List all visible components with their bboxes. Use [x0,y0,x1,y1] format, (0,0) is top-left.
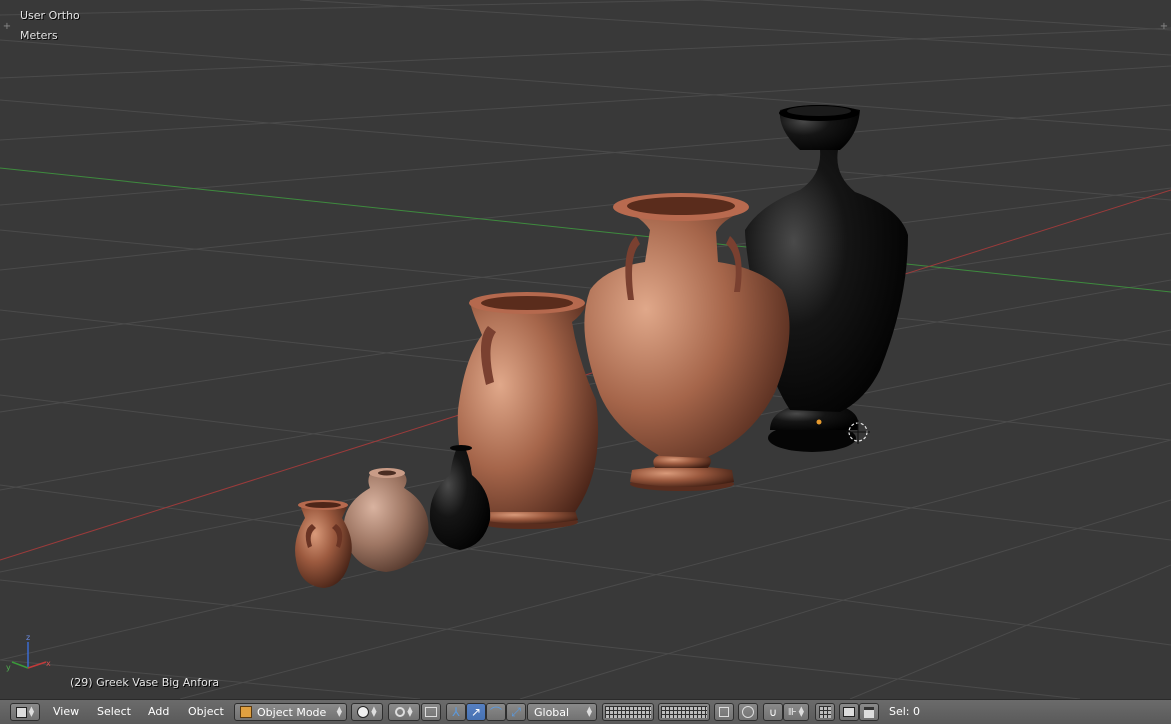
transform-orientation-dropdown[interactable]: Global ▲ ▼ [527,703,597,721]
menu-view[interactable]: View [53,705,79,718]
proportional-editing-button[interactable] [738,703,758,721]
editor-type-button[interactable]: ▲ ▼ [10,703,40,721]
magnet-icon: ∪ [768,705,778,719]
rotate-arc-icon: ⌒ [489,705,502,720]
translate-manipulator-button[interactable]: ↗ [466,703,486,721]
menu-object[interactable]: Object [188,705,224,718]
rotate-manipulator-button[interactable]: ⌒ [486,703,506,721]
snap-grid-icon [819,706,831,718]
snap-target-button[interactable] [815,703,835,721]
menu-select[interactable]: Select [97,705,131,718]
floor-grid [0,0,1171,699]
pivot-align-toggle[interactable] [421,703,441,721]
viewport-shading-dropdown[interactable]: ▲ ▼ [351,703,383,721]
mode-label: Object Mode [257,705,327,719]
units-label: Meters [20,29,58,42]
object-cube-icon [240,706,252,718]
area-split-corner-left[interactable]: + [2,22,12,32]
manipulator-icon: ⅄ [452,705,460,719]
area-split-corner-right[interactable]: + [1159,22,1169,32]
3d-cube-icon [15,706,27,718]
snap-element-dropdown[interactable]: ⊪ ▲ ▼ [783,703,809,721]
scale-manipulator-button[interactable]: ⤢ [506,703,526,721]
pivot-point-dropdown[interactable]: ▲ ▼ [388,703,420,721]
active-object-label: (29) Greek Vase Big Anfora [70,676,220,689]
selection-count: Sel: 0 [889,705,921,718]
snap-toggle[interactable]: ∪ [763,703,783,721]
camera-icon [843,707,855,717]
lock-layers-toggle[interactable] [714,703,734,721]
lock-icon [719,707,729,717]
layers-grid-icon [661,706,707,718]
clapperboard-icon [864,706,874,718]
proportional-circle-icon [742,706,754,718]
svg-text:x: x [46,659,51,668]
solid-sphere-icon [357,706,370,718]
y-axis-line [0,167,1171,293]
orientation-label: Global [534,705,570,719]
3d-viewport[interactable]: z x y + + User Ortho Meters (29) Greek V… [0,0,1171,699]
3d-view-header: ▲ ▼ View Select Add Object Object Mode ▲ ▼… [0,699,1171,724]
pivot-point-icon [395,707,406,717]
tiny-amphora-vase[interactable] [295,500,352,588]
layers-grid-icon [605,706,651,718]
scene-layers-grid-2[interactable] [658,703,710,721]
svg-text:y: y [6,663,11,672]
axis-gizmo: z x y [6,633,51,672]
translate-arrow-icon: ↗ [470,705,482,719]
manipulator-toggle[interactable]: ⅄ [446,703,466,721]
align-icon [425,707,437,717]
render-animation-button[interactable] [859,703,879,721]
pale-round-vase[interactable] [343,468,429,572]
snap-increment-icon: ⊪ [787,706,797,718]
scene-canvas[interactable]: z x y [0,0,1171,699]
scale-arrow-icon: ⤢ [511,704,521,719]
mode-dropdown[interactable]: Object Mode ▲ ▼ [234,703,347,721]
menu-add[interactable]: Add [148,705,169,718]
svg-text:z: z [26,633,30,642]
render-opengl-button[interactable] [839,703,859,721]
view-name-label: User Ortho [20,9,80,22]
scene-layers-grid-1[interactable] [602,703,654,721]
